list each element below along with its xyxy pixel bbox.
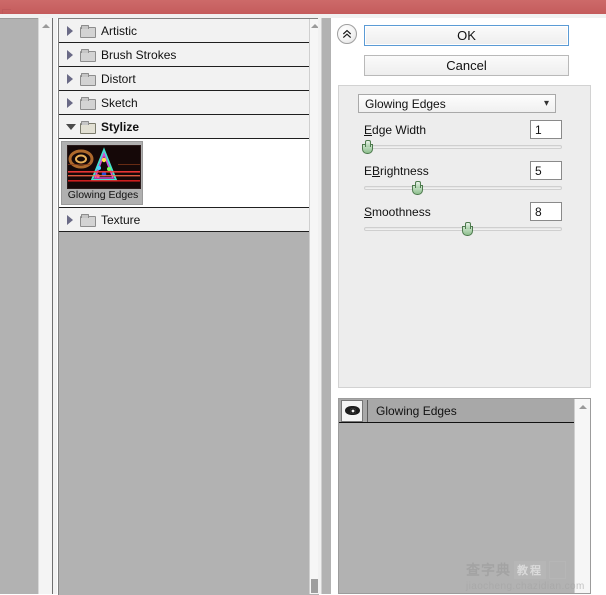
edge-brightness-slider-handle[interactable] <box>411 181 423 195</box>
effects-item-divider <box>367 399 368 422</box>
window-titlebar <box>0 0 606 16</box>
tree-row-distort[interactable]: Distort <box>59 67 309 91</box>
eye-icon <box>344 406 360 415</box>
tree-row-brush-strokes[interactable]: Brush Strokes <box>59 43 309 67</box>
edge-width-slider-handle[interactable] <box>361 140 373 154</box>
tree-row-label: Texture <box>101 212 141 227</box>
filter-thumbnail-label: Glowing Edges <box>67 189 139 201</box>
filter-category-tree[interactable]: Artistic Brush Strokes Distort Sketch St… <box>58 18 320 595</box>
filter-tree-rows: Artistic Brush Strokes Distort Sketch St… <box>59 19 309 592</box>
effects-list-scroll-up-button[interactable] <box>575 400 590 414</box>
filter-thumbnail-image <box>67 145 141 189</box>
left-gutter-border <box>52 18 53 594</box>
watermark: 查字典 教程 网 jiaocheng.chazidian.com <box>466 560 596 592</box>
folder-open-icon <box>80 120 96 134</box>
watermark-tag: 教程 <box>514 561 546 579</box>
smoothness-input[interactable]: 8 <box>530 202 562 221</box>
edge-width-field: Edge Width <box>364 123 534 137</box>
image-preview-pane[interactable] <box>0 18 38 594</box>
triangle-right-icon[interactable] <box>65 25 76 36</box>
smoothness-field: Smoothness <box>364 205 534 219</box>
accel-key: E <box>364 123 373 137</box>
visibility-toggle[interactable] <box>341 399 363 422</box>
watermark-url: jiaocheng.chazidian.com <box>466 581 585 592</box>
edge-brightness-input[interactable]: 5 <box>530 161 562 180</box>
filter-gallery-dialog: Artistic Brush Strokes Distort Sketch St… <box>0 0 606 595</box>
filter-thumbnail-grid: Glowing Edges <box>59 139 309 208</box>
smoothness-label: Smoothness <box>364 205 431 219</box>
folder-icon <box>80 24 96 38</box>
tree-row-sketch[interactable]: Sketch <box>59 91 309 115</box>
triangle-right-icon[interactable] <box>65 73 76 84</box>
effects-item-label: Glowing Edges <box>376 403 457 418</box>
effects-list-item-glowing-edges[interactable]: Glowing Edges <box>339 399 575 423</box>
triangle-down-icon[interactable] <box>65 121 76 132</box>
smoothness-slider-handle[interactable] <box>461 222 473 236</box>
glowing-edges-preview-art <box>68 146 140 188</box>
tree-row-artistic[interactable]: Artistic <box>59 19 309 43</box>
triangle-right-icon[interactable] <box>65 49 76 60</box>
tree-empty-area <box>59 232 309 592</box>
preview-vertical-scrollbar[interactable] <box>38 18 53 594</box>
watermark-tag-net: 网 <box>549 561 566 579</box>
triangle-right-icon[interactable] <box>65 97 76 108</box>
ok-button[interactable]: OK <box>364 25 569 46</box>
tree-row-label: Sketch <box>101 95 138 110</box>
tree-row-texture[interactable]: Texture <box>59 208 309 232</box>
edge-width-input[interactable]: 1 <box>530 120 562 139</box>
accel-key: B <box>372 164 381 178</box>
edge-brightness-slider-track[interactable] <box>364 186 562 190</box>
chevron-up-icon <box>578 405 587 409</box>
tree-row-label: Distort <box>101 71 136 86</box>
edge-width-label: Edge Width <box>364 123 427 137</box>
double-chevron-up-icon[interactable] <box>337 24 357 44</box>
folder-icon <box>80 48 96 62</box>
cancel-button[interactable]: Cancel <box>364 55 569 76</box>
tree-row-label: Artistic <box>101 23 137 38</box>
tree-row-label: Stylize <box>101 119 140 134</box>
tree-row-label: Brush Strokes <box>101 47 177 62</box>
accel-key: S <box>364 205 373 219</box>
filter-select-value: Glowing Edges <box>365 96 446 111</box>
edge-width-slider-track[interactable] <box>364 145 562 149</box>
titlebar-gradient <box>0 0 606 14</box>
filter-thumbnail-glowing-edges[interactable]: Glowing Edges <box>61 141 143 205</box>
right-gutter-fill <box>322 18 331 594</box>
edge-brightness-field: EBrightness <box>364 164 534 178</box>
preview-scroll-up-button[interactable] <box>39 18 52 33</box>
tree-row-stylize[interactable]: Stylize <box>59 115 309 139</box>
chevron-up-icon <box>41 23 50 28</box>
watermark-logo-row: 查字典 教程 网 <box>466 560 596 580</box>
chevron-down-icon: ▾ <box>543 98 549 109</box>
watermark-brand: 查字典 <box>466 563 511 579</box>
folder-icon <box>80 96 96 110</box>
filter-settings-panel: Glowing Edges ▾ Edge Width 1 EBrightness… <box>338 85 591 388</box>
folder-icon <box>80 72 96 86</box>
filter-select-dropdown[interactable]: Glowing Edges ▾ <box>358 94 556 113</box>
folder-icon <box>80 213 96 227</box>
triangle-right-icon[interactable] <box>65 214 76 225</box>
edge-brightness-label: EBrightness <box>364 164 429 178</box>
preview-pane-top-edge <box>0 18 38 19</box>
double-chevron-up-glyph <box>342 29 352 39</box>
